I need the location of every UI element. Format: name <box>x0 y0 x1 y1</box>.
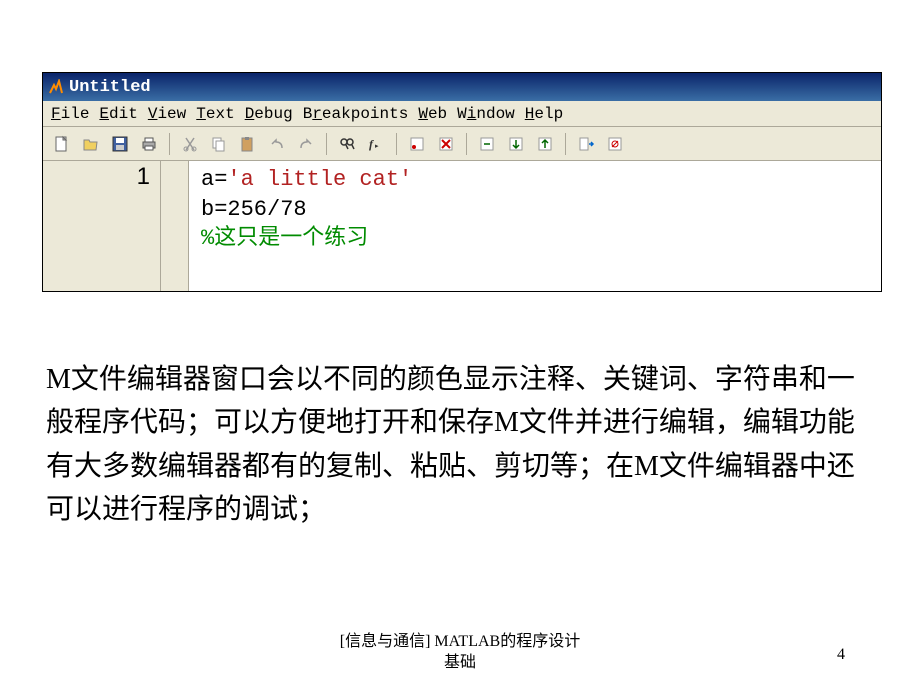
editor-body: 1 a='a little cat' b=256/78 %这只是一个练习 <box>43 161 881 291</box>
code-line-3: %这只是一个练习 <box>201 224 881 254</box>
set-breakpoint-icon[interactable] <box>404 131 430 157</box>
step-out-icon[interactable] <box>532 131 558 157</box>
menu-edit[interactable]: Edit <box>99 105 137 123</box>
window-title: Untitled <box>69 78 151 97</box>
code-line-2: b=256/78 <box>201 195 881 225</box>
menu-breakpoints[interactable]: Breakpoints <box>303 105 409 123</box>
open-file-icon[interactable] <box>78 131 104 157</box>
step-icon[interactable] <box>474 131 500 157</box>
svg-text:f: f <box>369 137 374 151</box>
menu-view[interactable]: View <box>148 105 186 123</box>
save-icon[interactable] <box>107 131 133 157</box>
menu-window[interactable]: Window <box>457 105 515 123</box>
paste-icon[interactable] <box>235 131 261 157</box>
clear-breakpoint-icon[interactable] <box>433 131 459 157</box>
footer: [信息与通信] MATLAB的程序设计 基础 <box>0 632 920 674</box>
toolbar-separator <box>466 133 467 155</box>
menu-help[interactable]: Help <box>525 105 563 123</box>
toolbar-separator <box>326 133 327 155</box>
toolbar-separator <box>565 133 566 155</box>
menu-text[interactable]: Text <box>196 105 234 123</box>
toolbar-separator <box>169 133 170 155</box>
footer-text: [信息与通信] MATLAB的程序设计 基础 <box>340 632 580 674</box>
print-icon[interactable] <box>136 131 162 157</box>
copy-icon[interactable] <box>206 131 232 157</box>
step-in-icon[interactable] <box>503 131 529 157</box>
title-bar: Untitled <box>43 73 881 101</box>
editor-window: Untitled File Edit View Text Debug Break… <box>42 72 882 292</box>
menu-debug[interactable]: Debug <box>245 105 293 123</box>
svg-text:▸: ▸ <box>375 142 379 150</box>
code-line-1: a='a little cat' <box>201 165 881 195</box>
exit-debug-icon[interactable] <box>602 131 628 157</box>
redo-icon[interactable] <box>293 131 319 157</box>
body-paragraph: M文件编辑器窗口会以不同的颜色显示注释、关键词、字符串和一般程序代码；可以方便地… <box>46 358 864 532</box>
app-icon <box>47 78 65 96</box>
page-number: 4 <box>837 646 845 664</box>
undo-icon[interactable] <box>264 131 290 157</box>
cut-icon[interactable] <box>177 131 203 157</box>
find-icon[interactable] <box>334 131 360 157</box>
line-gutter: 1 <box>43 161 161 291</box>
code-area[interactable]: a='a little cat' b=256/78 %这只是一个练习 <box>189 161 881 291</box>
function-icon[interactable]: f▸ <box>363 131 389 157</box>
menu-file[interactable]: File <box>51 105 89 123</box>
run-icon[interactable] <box>573 131 599 157</box>
toolbar-separator <box>396 133 397 155</box>
menu-web[interactable]: Web <box>418 105 447 123</box>
gutter-separator <box>161 161 189 291</box>
new-file-icon[interactable] <box>49 131 75 157</box>
line-number: 1 <box>43 163 150 191</box>
menu-bar: File Edit View Text Debug Breakpoints We… <box>43 101 881 127</box>
toolbar: f▸ <box>43 127 881 161</box>
